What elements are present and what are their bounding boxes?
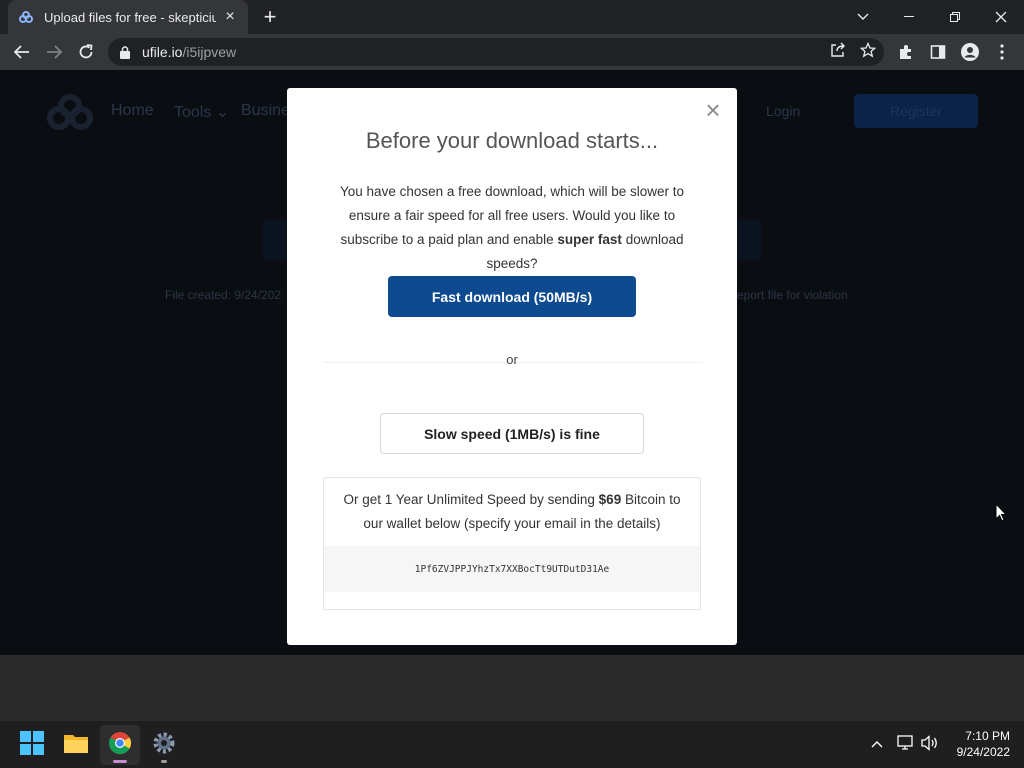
tab-search-icon[interactable] [840,0,886,34]
restore-button[interactable] [932,0,978,34]
ufile-logo-icon [46,94,94,135]
folder-icon [63,732,89,759]
volume-icon[interactable] [921,735,939,756]
gear-icon [152,731,176,760]
extensions-puzzle-icon[interactable] [894,40,918,64]
back-arrow-icon[interactable] [10,40,34,64]
minimize-button[interactable] [886,0,932,34]
active-app-indicator [113,760,127,763]
site-nav-home[interactable]: Home [111,102,154,120]
chrome-icon [108,731,132,760]
file-explorer-button[interactable] [56,725,96,765]
menu-kebab-icon[interactable] [990,40,1014,64]
url-domain: ufile.io [142,44,183,60]
fast-download-button[interactable]: Fast download (50MB/s) [388,276,636,317]
browser-toolbar: ufile.io/i5ijpvew [0,34,1024,70]
file-created-text: File created: 9/24/202 [165,288,282,302]
windows-taskbar: 7:10 PM 9/24/2022 [0,721,1024,768]
bookmark-star-icon[interactable] [859,41,877,63]
forward-arrow-icon[interactable] [42,40,66,64]
site-register-button[interactable]: Register [854,94,978,128]
settings-taskbar-button[interactable] [144,725,184,765]
reload-icon[interactable] [74,40,98,64]
clock-date: 9/24/2022 [956,745,1010,759]
address-bar[interactable]: ufile.io/i5ijpvew [108,38,884,66]
start-button[interactable] [12,725,52,765]
btc-amount: $69 [598,492,622,507]
profile-avatar-icon[interactable] [958,40,982,64]
lock-icon[interactable] [120,45,132,59]
btc-text-part1: Or get 1 Year Unlimited Speed by sending [343,492,599,507]
system-clock[interactable]: 7:10 PM 9/24/2022 [957,728,1010,760]
modal-close-icon[interactable]: × [703,97,723,123]
bitcoin-wallet-address[interactable]: 1Pf6ZVJPPJYhzTx7XXBocTt9UTDutD31Ae [324,546,700,592]
or-separator: or [506,352,518,367]
share-icon[interactable] [830,42,846,63]
chrome-taskbar-button[interactable] [100,725,140,765]
ufile-favicon-icon [18,9,34,25]
url-path: /i5ijpvew [182,44,237,60]
bitcoin-offer-text: Or get 1 Year Unlimited Speed by sending… [324,488,700,536]
windows-logo-icon [20,730,44,760]
download-modal: × Before your download starts... You hav… [287,88,737,645]
tab-title: Upload files for free - skepticium [44,9,216,25]
modal-text-bold: super fast [557,232,622,247]
bitcoin-offer-box: Or get 1 Year Unlimited Speed by sending… [323,477,701,610]
window-bottom-area [0,655,1024,721]
site-nav-business[interactable]: Busine [241,102,290,120]
slow-download-button[interactable]: Slow speed (1MB/s) is fine [380,413,644,454]
close-window-button[interactable] [978,0,1024,34]
tab-close-icon[interactable]: × [222,9,238,25]
modal-title: Before your download starts... [365,128,659,153]
new-tab-button[interactable]: + [258,6,282,28]
running-app-indicator [161,760,167,763]
chevron-up-icon[interactable] [871,735,883,753]
side-panel-icon[interactable] [926,40,950,64]
network-icon[interactable] [897,735,915,756]
modal-description: You have chosen a free download, which w… [319,180,705,276]
report-file-link[interactable]: eport file for violation [737,288,848,302]
tab-strip: Upload files for free - skepticium × + [0,0,1024,34]
browser-tab[interactable]: Upload files for free - skepticium × [8,0,248,34]
mouse-cursor-icon [995,502,1008,527]
site-nav-tools[interactable]: Tools ⌄ [174,102,229,122]
site-login-link[interactable]: Login [766,103,800,119]
clock-time: 7:10 PM [965,729,1010,743]
